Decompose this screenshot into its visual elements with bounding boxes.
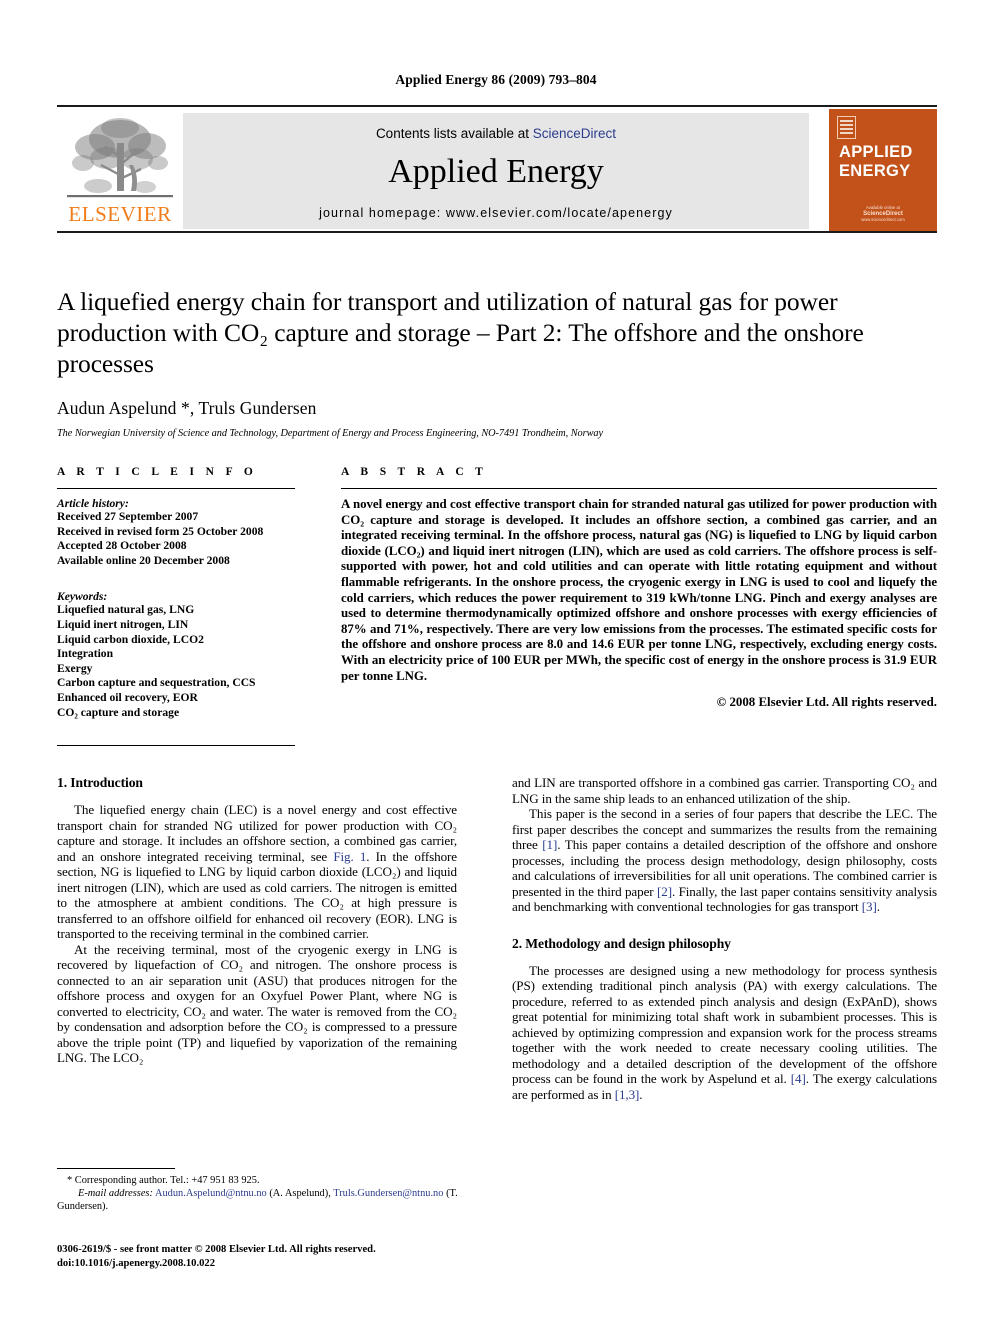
email-label: E-mail addresses: xyxy=(78,1188,153,1199)
citation-link-3[interactable]: [3] xyxy=(862,899,877,914)
info-divider xyxy=(57,488,295,489)
abstract-copyright: © 2008 Elsevier Ltd. All rights reserved… xyxy=(716,695,937,710)
footnote-block: * Corresponding author. Tel.: +47 951 83… xyxy=(57,1168,477,1213)
sciencedirect-link[interactable]: ScienceDirect xyxy=(533,126,616,141)
section-heading-introduction: 1. Introduction xyxy=(57,775,143,790)
history-item: Received in revised form 25 October 2008 xyxy=(57,524,264,538)
intro-paragraph-1: The liquefied energy chain (LEC) is a no… xyxy=(57,802,457,941)
intro-paragraph-2: At the receiving terminal, most of the c… xyxy=(57,941,457,1066)
keywords-block: Keywords: Liquefied natural gas, LNG Liq… xyxy=(57,590,295,720)
article-history-list: Received 27 September 2007 Received in r… xyxy=(57,510,295,568)
intro-paragraph-3: and LIN are transported offshore in a co… xyxy=(512,775,937,806)
email-link-aspelund[interactable]: Audun.Aspelund@ntnu.no xyxy=(155,1188,267,1199)
keyword-item: Integration xyxy=(57,647,114,661)
contents-available-line: Contents lists available at ScienceDirec… xyxy=(183,126,809,141)
email-name-aspelund: (A. Aspelund), xyxy=(269,1188,331,1199)
history-item: Accepted 28 October 2008 xyxy=(57,539,187,553)
journal-title: Applied Energy xyxy=(388,153,604,190)
journal-homepage[interactable]: journal homepage: www.elsevier.com/locat… xyxy=(183,206,809,220)
history-item: Received 27 September 2007 xyxy=(57,510,199,523)
cover-artwork: APPLIED ENERGY Available online at Scien… xyxy=(829,109,937,231)
keyword-item: Carbon capture and sequestration, CCS xyxy=(57,676,256,690)
section-heading-methodology: 2. Methodology and design philosophy xyxy=(512,935,731,951)
journal-cover-thumbnail: APPLIED ENERGY Available online at Scien… xyxy=(815,107,937,231)
figure-link-fig1[interactable]: Fig. 1 xyxy=(333,849,366,864)
keywords-label: Keywords: xyxy=(57,590,108,604)
body-column-right: and LIN are transported offshore in a co… xyxy=(512,775,937,1102)
keyword-item: CO₂ capture and storage xyxy=(57,705,180,719)
abstract-column: A B S T R A C T A novel energy and cost … xyxy=(341,466,937,710)
keyword-item: Liquid inert nitrogen, LIN xyxy=(57,617,189,631)
elsevier-wordmark: ELSEVIER xyxy=(68,202,172,226)
email-link-gundersen-cont[interactable]: ntnu.no xyxy=(412,1188,443,1199)
paper-page: Applied Energy 86 (2009) 793–804 ELSEVIE… xyxy=(0,0,992,1323)
elsevier-tree-icon xyxy=(67,118,173,198)
issn-block: 0306-2619/$ - see front matter © 2008 El… xyxy=(57,1243,657,1270)
email-link-gundersen[interactable]: Truls.Gundersen@ xyxy=(333,1188,412,1199)
article-info-column: A R T I C L E I N F O Article history: R… xyxy=(57,466,295,720)
running-head: Applied Energy 86 (2009) 793–804 xyxy=(395,72,597,87)
intro-paragraph-4: This paper is the second in a series of … xyxy=(512,806,938,914)
article-info-heading: A R T I C L E I N F O xyxy=(57,466,258,478)
affiliation: The Norwegian University of Science and … xyxy=(57,428,604,439)
keywords-list: Liquefied natural gas, LNG Liquid inert … xyxy=(57,603,295,720)
info-bottom-divider xyxy=(57,745,295,746)
elsevier-badge-icon xyxy=(837,116,856,139)
page-title: A liquefied energy chain for transport a… xyxy=(57,287,864,378)
cover-journal-name: APPLIED ENERGY xyxy=(839,143,913,180)
citation-link-5[interactable]: [1,3] xyxy=(615,1087,640,1102)
contents-prefix: Contents lists available at xyxy=(375,126,533,141)
citation-link-1[interactable]: [1] xyxy=(542,837,557,852)
body-column-left: 1. Introduction The liquefied energy cha… xyxy=(57,775,457,1066)
author-list: Audun Aspelund *, Truls Gundersen xyxy=(57,398,317,418)
keyword-item: Enhanced oil recovery, EOR xyxy=(57,690,198,704)
abstract-divider xyxy=(341,488,937,489)
abstract-heading: A B S T R A C T xyxy=(341,466,488,478)
keyword-item: Liquid carbon dioxide, LCO2 xyxy=(57,632,204,646)
issn-line: 0306-2619/$ - see front matter © 2008 El… xyxy=(57,1244,376,1255)
journal-masthead: ELSEVIER Contents lists available at Sci… xyxy=(57,105,937,233)
methodology-paragraph-1: The processes are designed using a new m… xyxy=(512,962,937,1102)
citation-link-4[interactable]: [4] xyxy=(791,1071,806,1086)
cover-footer: Available online at ScienceDirect www.sc… xyxy=(861,205,905,222)
keyword-item: Liquefied natural gas, LNG xyxy=(57,603,195,617)
keyword-item: Exergy xyxy=(57,661,93,675)
corresponding-author-note: * Corresponding author. Tel.: +47 951 83… xyxy=(67,1175,260,1186)
footnote-divider xyxy=(57,1168,175,1169)
doi-line: doi:10.1016/j.apenergy.2008.10.022 xyxy=(57,1257,216,1269)
title-block: A liquefied energy chain for transport a… xyxy=(57,286,937,439)
article-history-label: Article history: xyxy=(57,497,129,510)
citation-link-2[interactable]: [2] xyxy=(657,884,672,899)
sciencedirect-banner: Contents lists available at ScienceDirec… xyxy=(183,113,809,229)
history-item: Available online 20 December 2008 xyxy=(57,553,230,567)
elsevier-logo: ELSEVIER xyxy=(61,113,179,229)
email-note: E-mail addresses: Audun.Aspelund@ntnu.no… xyxy=(57,1187,477,1213)
abstract-text: A novel energy and cost effective transp… xyxy=(341,497,937,683)
